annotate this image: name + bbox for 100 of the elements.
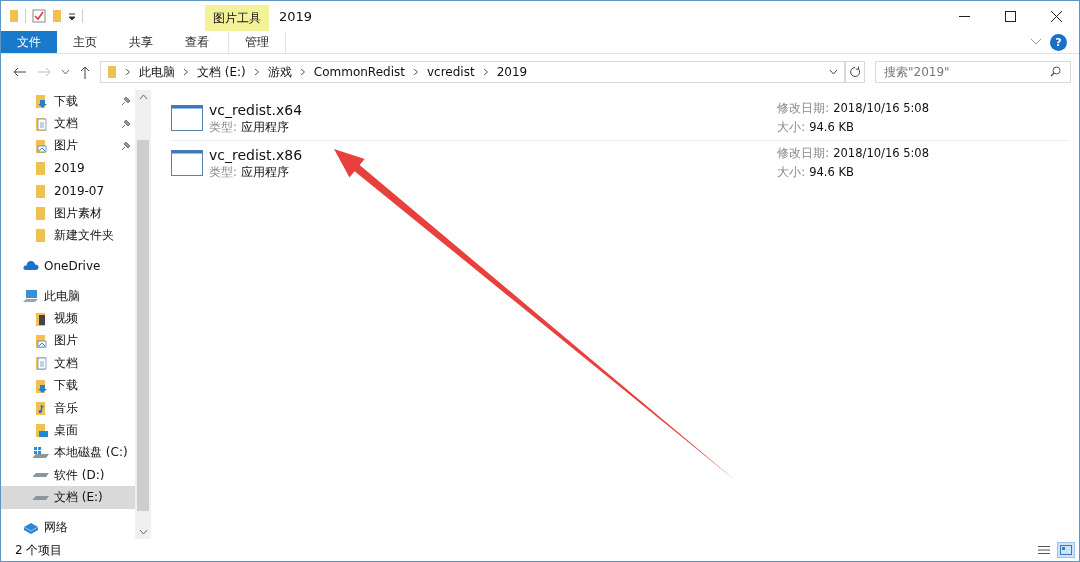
sidebar-item-label: 文档	[54, 354, 78, 372]
pin-icon[interactable]	[121, 140, 131, 151]
chevron-icon[interactable]	[299, 68, 306, 76]
ribbon-tab[interactable]: 查看	[169, 31, 225, 53]
ribbon-tab[interactable]: 文件	[1, 31, 57, 53]
sidebar-item[interactable]: OneDrive	[1, 254, 135, 277]
sidebar-item[interactable]: 网络	[1, 516, 135, 540]
expand-ribbon-icon[interactable]	[1030, 38, 1042, 46]
search-icon[interactable]	[1050, 66, 1061, 77]
type-value: 应用程序	[240, 119, 289, 135]
help-button[interactable]: ?	[1050, 33, 1067, 51]
sidebar-item[interactable]: 2019	[1, 157, 135, 180]
ribbon-tab[interactable]: 主页	[57, 31, 113, 53]
folder-icon	[33, 137, 49, 154]
sidebar-item-label: 文档 (E:)	[54, 489, 103, 507]
refresh-button[interactable]	[845, 61, 865, 83]
folder-icon	[33, 93, 49, 110]
dropdown-icon[interactable]	[68, 12, 76, 20]
ribbon-tab[interactable]: 管理	[228, 31, 286, 53]
refresh-icon[interactable]	[849, 66, 861, 78]
window-title: 2019	[278, 7, 313, 26]
sidebar-item-label: 音乐	[54, 399, 78, 417]
maximize-icon[interactable]	[1004, 10, 1016, 22]
sidebar-item-label: 图片素材	[54, 204, 102, 222]
pin-icon[interactable]	[121, 118, 131, 129]
scrollbar[interactable]	[135, 90, 151, 539]
breadcrumb-item[interactable]: CommonRedist	[313, 65, 405, 79]
dropdown-icon[interactable]	[829, 69, 838, 75]
type-label: 类型:	[209, 119, 237, 135]
sidebar-item-label: 下载	[54, 92, 78, 110]
sidebar-item-label: 网络	[44, 519, 68, 537]
file-name: vc_redist.x64	[209, 101, 303, 118]
size-label: 大小:	[777, 120, 806, 135]
sidebar-item-label: 桌面	[54, 421, 78, 439]
sidebar-item[interactable]: 视频	[1, 307, 135, 330]
sidebar-item-label: 此电脑	[44, 287, 80, 305]
address-bar[interactable]: 此电脑 文档 (E:) 游戏 CommonRedist vcredist 2019	[100, 61, 845, 83]
breadcrumb-item[interactable]: 2019	[496, 65, 528, 79]
sidebar-item[interactable]: 图片	[1, 329, 135, 353]
size-value: 94.6 KB	[809, 165, 854, 180]
application-window-icon	[171, 150, 203, 176]
sidebar-item[interactable]: 2019-07	[1, 179, 135, 202]
sidebar-item-label: 2019	[54, 161, 85, 176]
type-value: 应用程序	[240, 164, 289, 180]
minimize-icon[interactable]	[958, 15, 970, 17]
chevron-icon[interactable]	[125, 68, 131, 76]
sidebar-item[interactable]: 此电脑	[1, 285, 135, 308]
cloud-icon	[23, 260, 39, 272]
folder-icon	[107, 65, 117, 79]
file-tile[interactable]: vc_redist.x64 类型: 应用程序 修改日期: 2018/10/16 5:08 大小: 94.6 KB	[171, 96, 1069, 141]
computer-icon	[23, 289, 39, 304]
sidebar-item[interactable]: 图片素材	[1, 201, 135, 225]
pin-icon[interactable]	[121, 96, 131, 107]
breadcrumb-item[interactable]: 文档 (E:)	[197, 63, 246, 81]
ribbon-tab[interactable]: 共享	[113, 31, 169, 53]
folder-icon	[33, 115, 49, 132]
back-arrow-icon[interactable]	[13, 67, 27, 77]
sidebar-item[interactable]: 文档	[1, 352, 135, 375]
type-label: 类型:	[209, 164, 237, 180]
sidebar-item-label: 视频	[54, 310, 78, 328]
sidebar-item[interactable]: 新建文件夹	[1, 224, 135, 247]
chevron-icon[interactable]	[253, 68, 260, 76]
breadcrumb-item[interactable]: 此电脑	[139, 63, 175, 81]
close-icon[interactable]	[1050, 10, 1062, 22]
drive-icon	[33, 495, 49, 500]
sidebar-item-label: 新建文件夹	[54, 226, 114, 244]
drive-icon	[33, 446, 49, 459]
up-arrow-icon[interactable]	[80, 65, 90, 79]
network-icon	[23, 521, 39, 535]
drive-icon	[33, 473, 49, 478]
chevron-icon[interactable]	[412, 68, 419, 76]
search-field[interactable]: 搜索"2019"	[875, 61, 1071, 83]
sidebar-item-label: 图片	[54, 332, 78, 350]
sidebar-item[interactable]: 下载	[1, 90, 135, 113]
file-tile[interactable]: vc_redist.x86 类型: 应用程序 修改日期: 2018/10/16 5:08 大小: 94.6 KB	[171, 141, 1069, 185]
folder-icon	[33, 332, 49, 349]
file-name: vc_redist.x86	[209, 146, 303, 163]
sidebar-item[interactable]: 本地磁盘 (C:)	[1, 441, 135, 464]
folder-icon	[33, 422, 49, 439]
sidebar-item-label: OneDrive	[44, 258, 101, 273]
sidebar-item[interactable]: 文档	[1, 112, 135, 135]
breadcrumb-item[interactable]: vcredist	[426, 65, 475, 79]
recent-dropdown-icon[interactable]	[61, 69, 70, 75]
sidebar-item[interactable]: 软件 (D:)	[1, 464, 135, 487]
scroll-up-icon[interactable]	[138, 94, 148, 100]
sidebar-item[interactable]: 音乐	[1, 396, 135, 420]
sidebar-item[interactable]: 图片	[1, 134, 135, 158]
sidebar-item[interactable]: 桌面	[1, 419, 135, 442]
checklist-icon[interactable]	[32, 9, 46, 23]
sidebar-item-label: 下载	[54, 377, 78, 395]
item-count: 2 个项目	[15, 541, 63, 559]
chevron-icon[interactable]	[183, 68, 189, 76]
scroll-down-icon[interactable]	[138, 529, 148, 535]
chevron-icon[interactable]	[482, 68, 489, 76]
sidebar-item[interactable]: 文档 (E:)	[1, 486, 135, 509]
sidebar-item-label: 本地磁盘 (C:)	[54, 444, 128, 462]
application-window-icon	[171, 105, 203, 131]
date-value: 2018/10/16 5:08	[833, 101, 929, 116]
sidebar-item[interactable]: 下载	[1, 374, 135, 397]
breadcrumb-item[interactable]: 游戏	[267, 63, 292, 81]
